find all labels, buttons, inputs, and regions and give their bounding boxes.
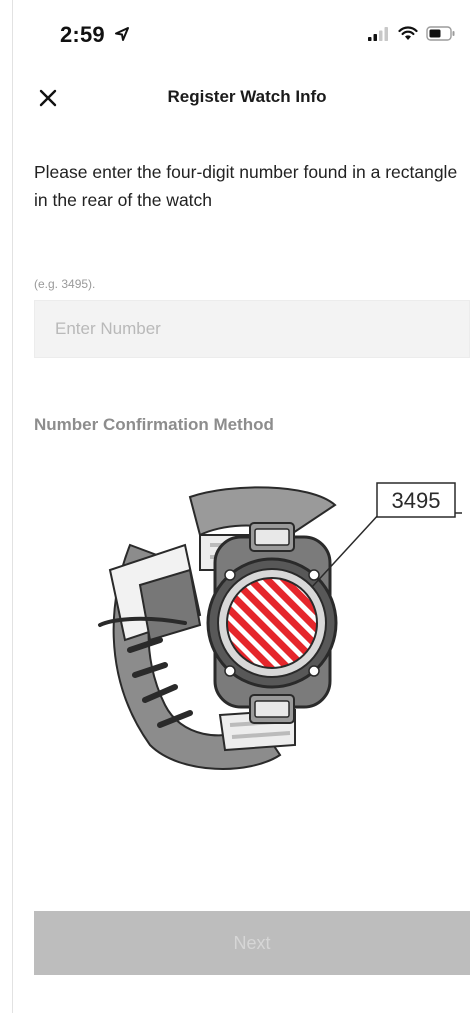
watch-illustration: 3495 — [98, 482, 462, 770]
number-input-container — [34, 300, 470, 358]
nav-bar: Register Watch Info — [0, 70, 474, 126]
section-title: Number Confirmation Method — [34, 415, 274, 434]
cellular-signal-icon — [368, 26, 388, 41]
next-button[interactable]: Next — [34, 911, 470, 975]
wifi-icon — [398, 26, 418, 40]
app-screen: 2:59 Register Watch Info Please enter th… — [0, 0, 474, 1013]
example-hint: (e.g. 3495). — [34, 277, 96, 291]
callout-number: 3495 — [392, 488, 441, 513]
number-input[interactable] — [35, 301, 469, 357]
instruction-text: Please enter the four-digit number found… — [34, 162, 458, 210]
page-title: Register Watch Info — [167, 87, 327, 106]
divider — [12, 0, 13, 1013]
number-callout: 3495 — [311, 482, 462, 588]
status-icons — [368, 26, 456, 41]
battery-icon — [426, 26, 455, 41]
location-arrow-icon — [115, 27, 129, 41]
status-bar: 2:59 — [0, 0, 474, 70]
status-time: 2:59 — [60, 22, 105, 47]
